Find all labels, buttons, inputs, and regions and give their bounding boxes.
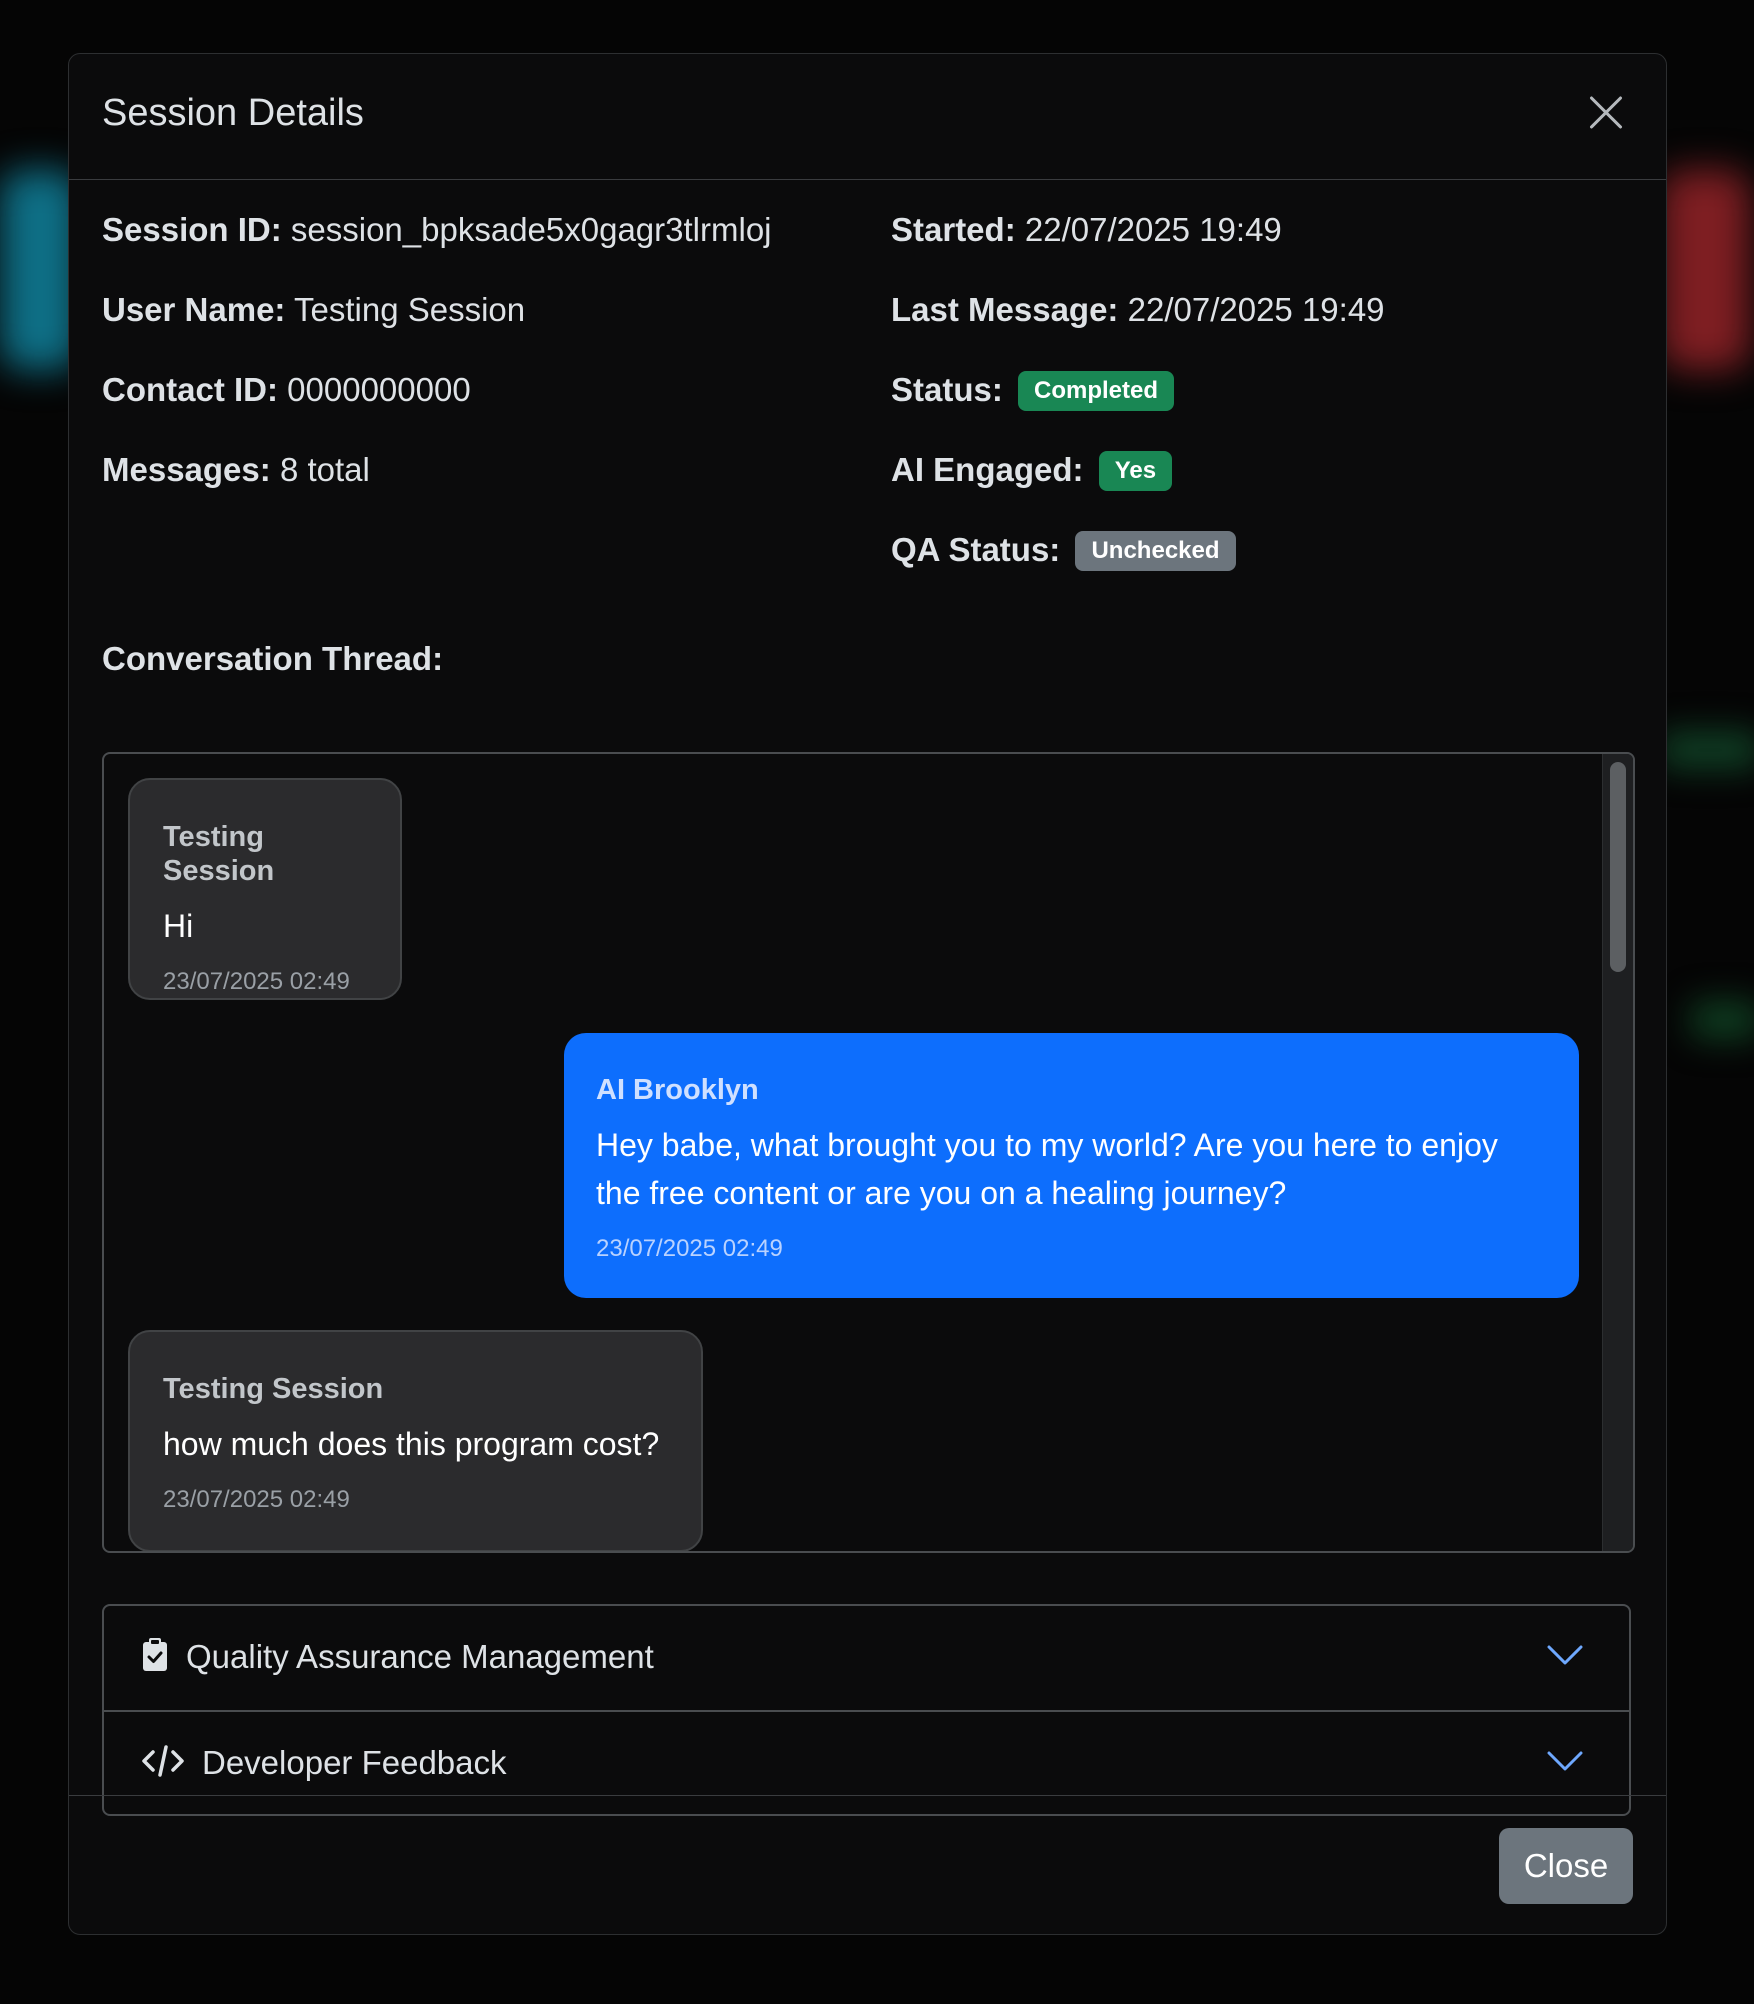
message-timestamp: 23/07/2025 02:49	[596, 1235, 783, 1262]
message-bubble-user: Testing Session how much does this progr…	[128, 1330, 703, 1551]
conversation-thread-label: Conversation Thread:	[102, 640, 444, 677]
last-message-label: Last Message:	[891, 291, 1119, 328]
last-message-value: 22/07/2025 19:49	[1127, 291, 1385, 328]
messages-label: Messages:	[102, 451, 271, 488]
message-sender: Testing Session	[163, 1373, 384, 1405]
message-timestamp: 23/07/2025 02:49	[163, 1486, 350, 1513]
last-message-row: Last Message: 22/07/2025 19:49	[891, 290, 1385, 370]
status-row: Status: Completed	[891, 370, 1385, 450]
background-blur-right	[1660, 170, 1750, 370]
chevron-down-icon	[1547, 1645, 1583, 1665]
messages-value: 8 total	[279, 451, 370, 488]
session-id-label: Session ID:	[102, 211, 282, 248]
background-blur-green	[1690, 1000, 1754, 1040]
session-info: Session ID: session_bpksade5x0gagr3tlrml…	[102, 180, 1633, 600]
user-name-label: User Name:	[102, 291, 286, 328]
accordion-label: Developer Feedback	[202, 1744, 507, 1781]
started-label: Started:	[891, 211, 1016, 248]
conversation-thread[interactable]: Testing Session Hi 23/07/2025 02:49 AI B…	[102, 752, 1635, 1553]
qa-status-label: QA Status:	[891, 531, 1061, 568]
session-id-row: Session ID: session_bpksade5x0gagr3tlrml…	[102, 210, 772, 290]
accordion: Quality Assurance Management Developer F…	[102, 1604, 1631, 1816]
scrollbar-thumb[interactable]	[1610, 762, 1626, 972]
ai-engaged-row: AI Engaged: Yes	[891, 450, 1385, 530]
messages-row: Messages: 8 total	[102, 450, 772, 530]
status-badge: Completed	[1018, 371, 1175, 411]
modal-title: Session Details	[102, 92, 364, 134]
user-name-value: Testing Session	[294, 291, 526, 328]
background-blur-green	[1660, 730, 1754, 770]
clipboard-check-icon	[143, 1638, 167, 1671]
started-row: Started: 22/07/2025 19:49	[891, 210, 1385, 290]
message-text: Hi	[163, 908, 194, 944]
message-bubble-user: Testing Session Hi 23/07/2025 02:49	[128, 778, 402, 1000]
contact-id-row: Contact ID: 0000000000	[102, 370, 772, 450]
close-icon[interactable]	[1584, 92, 1624, 132]
session-id-value: session_bpksade5x0gagr3tlrmloj	[290, 211, 772, 248]
session-details-modal: Session Details Session ID: session_bpks…	[68, 53, 1667, 1935]
accordion-label: Quality Assurance Management	[186, 1638, 654, 1675]
message-text: Hey babe, what brought you to my world? …	[596, 1127, 1498, 1211]
qa-status-row: QA Status: Unchecked	[891, 530, 1385, 610]
message-bubble-ai: AI Brooklyn Hey babe, what brought you t…	[564, 1033, 1579, 1298]
message-text: how much does this program cost?	[163, 1426, 660, 1462]
message-timestamp: 23/07/2025 02:49	[163, 968, 350, 995]
code-icon	[142, 1745, 184, 1777]
close-button[interactable]: Close	[1499, 1828, 1633, 1904]
chevron-down-icon	[1547, 1751, 1583, 1771]
started-value: 22/07/2025 19:49	[1024, 211, 1282, 248]
contact-id-value: 0000000000	[287, 371, 471, 408]
contact-id-label: Contact ID:	[102, 371, 278, 408]
modal-header: Session Details	[69, 54, 1666, 180]
ai-engaged-label: AI Engaged:	[891, 451, 1084, 488]
session-info-left: Session ID: session_bpksade5x0gagr3tlrml…	[102, 210, 772, 530]
message-sender: AI Brooklyn	[596, 1074, 759, 1106]
accordion-qa-management[interactable]: Quality Assurance Management	[104, 1606, 1629, 1710]
ai-engaged-badge: Yes	[1098, 451, 1173, 491]
qa-status-badge: Unchecked	[1075, 531, 1236, 571]
message-sender: Testing Session	[163, 821, 275, 887]
modal-body: Session ID: session_bpksade5x0gagr3tlrml…	[102, 180, 1635, 1816]
session-info-right: Started: 22/07/2025 19:49 Last Message: …	[891, 210, 1385, 610]
thread-scrollbar[interactable]	[1602, 754, 1633, 1551]
status-label: Status:	[891, 371, 1003, 408]
user-name-row: User Name: Testing Session	[102, 290, 772, 370]
modal-footer: Close	[69, 1795, 1666, 1934]
